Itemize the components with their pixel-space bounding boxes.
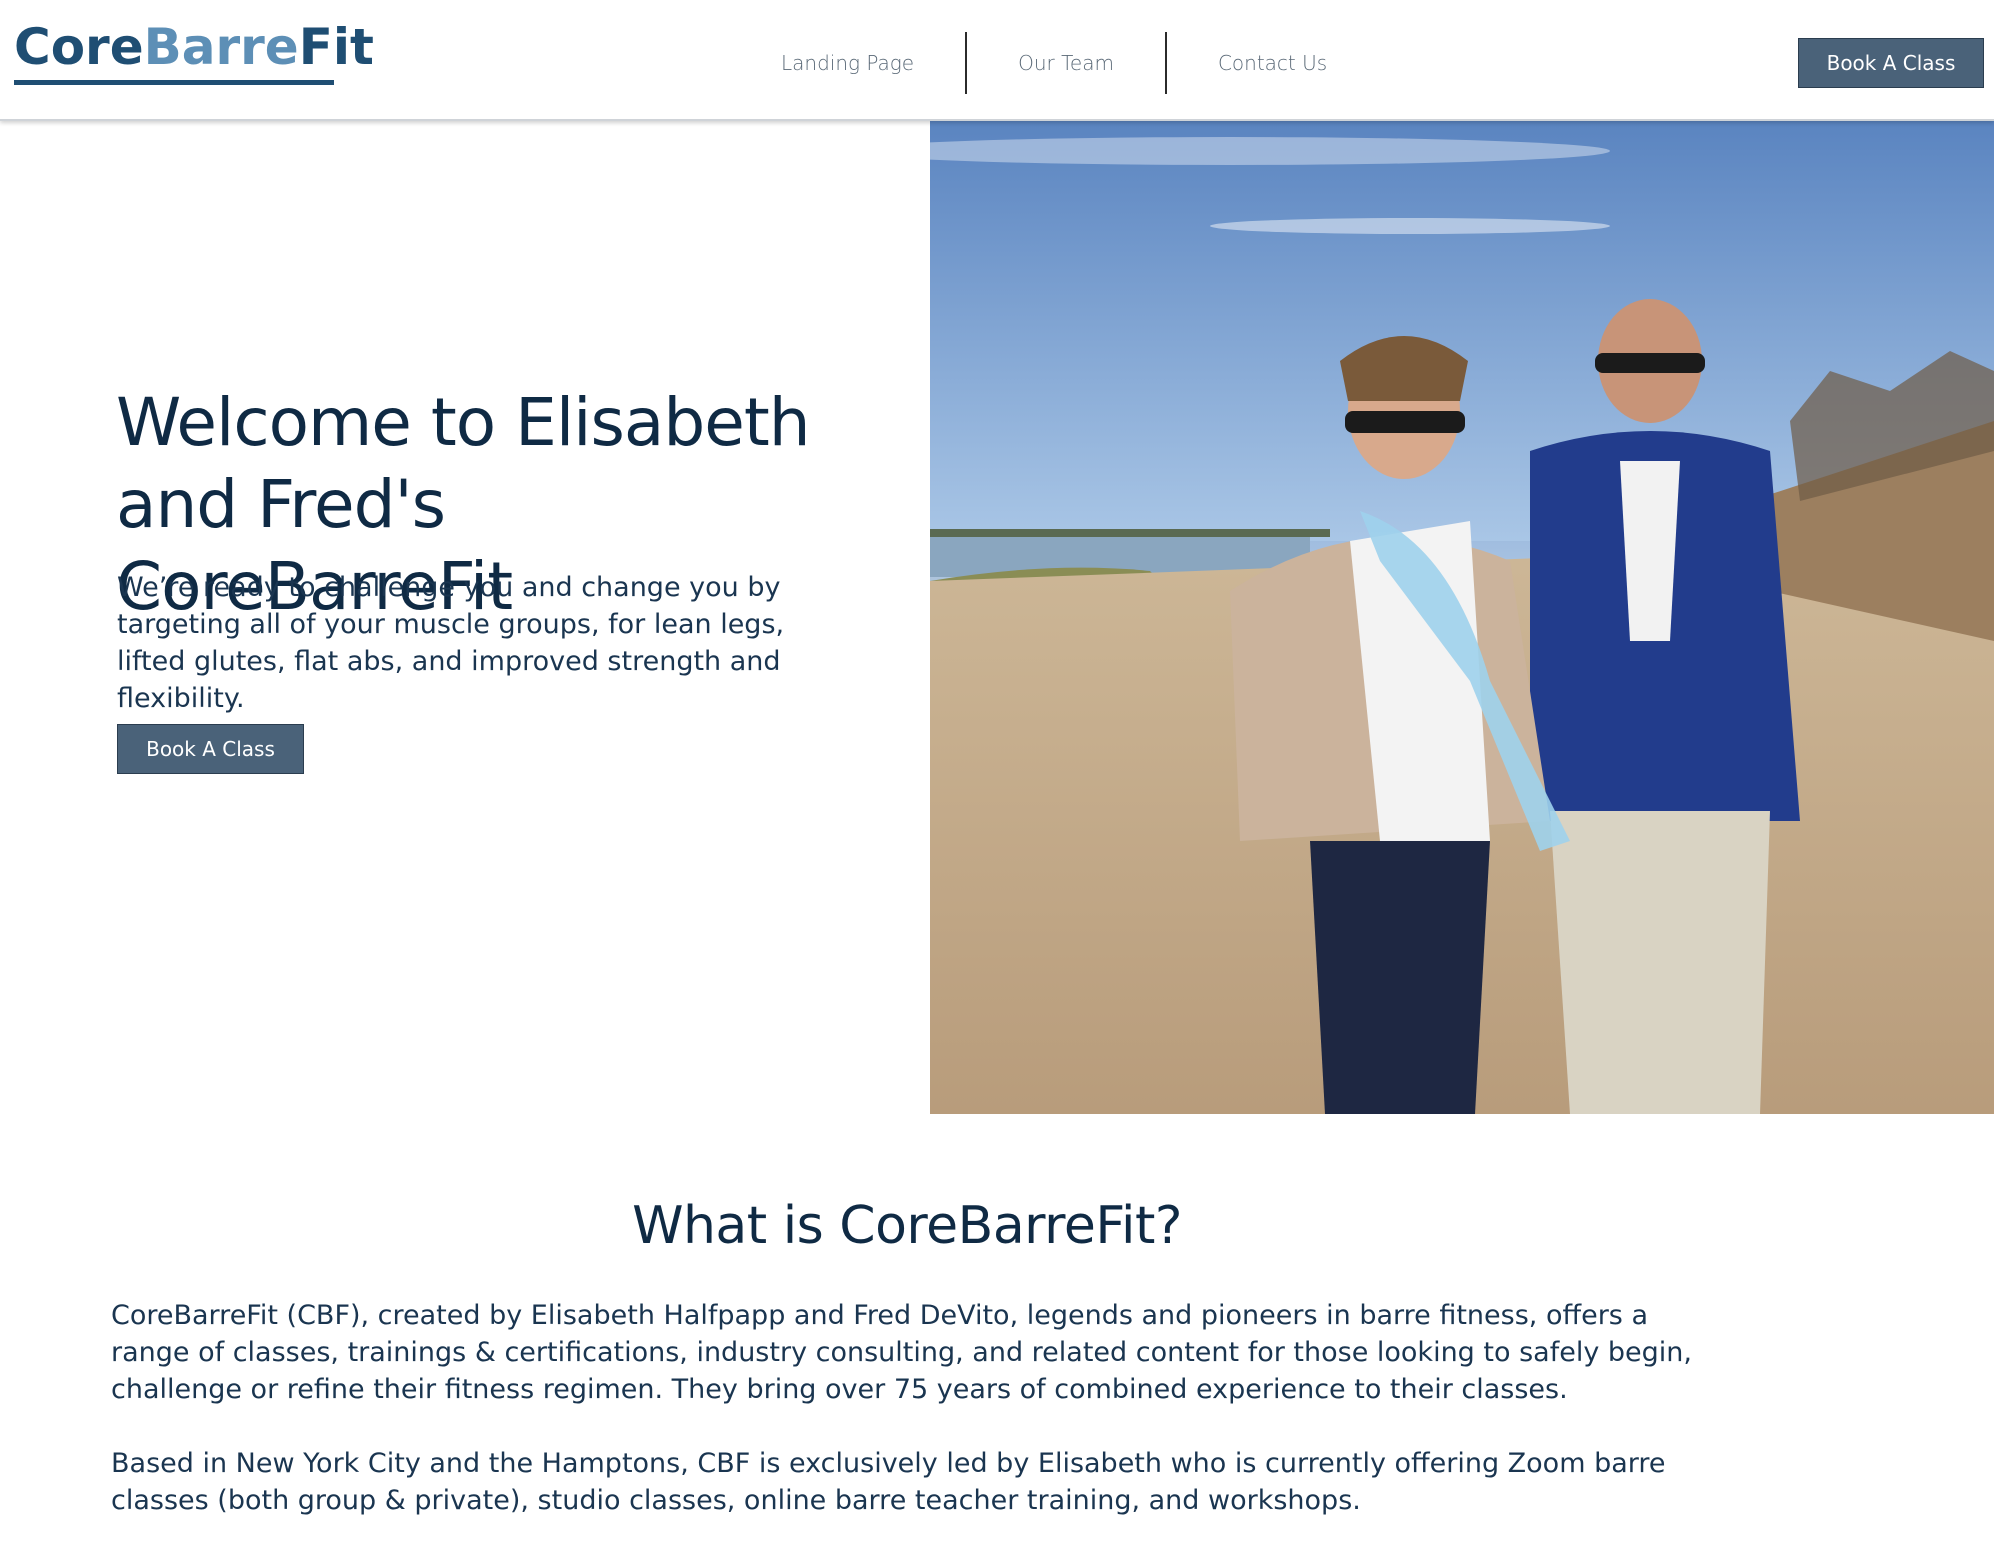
nav-item-our-team[interactable]: Our Team (967, 32, 1165, 94)
logo-underline (14, 80, 334, 85)
about-section-title: What is CoreBarreFit? (632, 1196, 1182, 1256)
main-nav: Landing Page Our Team Contact Us (730, 32, 1378, 94)
hero-subtitle: We’re ready to challenge you and change … (117, 572, 785, 714)
nav-item-landing-page[interactable]: Landing Page (730, 32, 965, 94)
nav-item-contact-us[interactable]: Contact Us (1167, 32, 1378, 94)
site-header: CoreBarreFit Landing Page Our Team Conta… (0, 0, 1994, 121)
logo-text-core: Core (14, 18, 144, 76)
hero-photo (930, 121, 1994, 1114)
about-paragraph-1: CoreBarreFit (CBF), created by Elisabeth… (111, 1300, 1692, 1405)
logo-text-barre: Barre (143, 18, 299, 76)
header-book-class-button[interactable]: Book A Class (1798, 38, 1984, 88)
beach-couple-illustration (930, 121, 1994, 1114)
logo-text-fit: Fit (298, 18, 374, 76)
site-logo[interactable]: CoreBarreFit (14, 22, 374, 72)
about-paragraph-2: Based in New York City and the Hamptons,… (111, 1448, 1666, 1516)
hero-book-class-button[interactable]: Book A Class (117, 724, 304, 774)
